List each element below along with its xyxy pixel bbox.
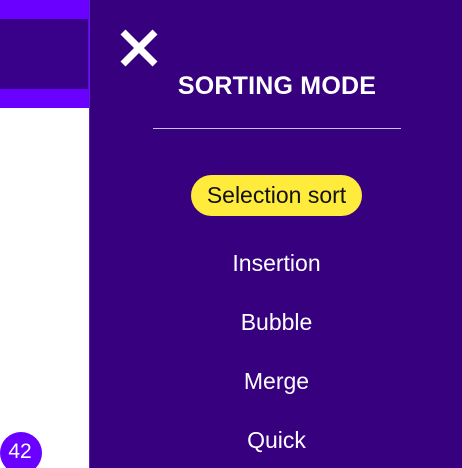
option-bubble[interactable]: Bubble [90,302,462,343]
option-label: Insertion [232,250,321,276]
background-top-bar [0,0,90,108]
option-label: Merge [243,368,310,394]
option-label: Bubble [240,309,313,335]
option-insertion[interactable]: Insertion [90,243,462,284]
background-app: 42 [0,0,90,468]
option-label: Quick [247,427,306,453]
title-divider [153,128,401,129]
background-top-bar-inner [0,19,88,89]
count-badge[interactable]: 42 [0,432,42,468]
app-root: 42 SORTING MODE Selection sort Insertion… [0,0,462,468]
option-merge[interactable]: Merge [90,361,462,402]
sorting-mode-drawer: SORTING MODE Selection sort Insertion Bu… [89,0,462,468]
option-selection-sort[interactable]: Selection sort [90,175,462,216]
close-button[interactable] [119,28,159,68]
drawer-title: SORTING MODE [177,72,377,100]
option-quick[interactable]: Quick [90,420,462,461]
close-icon [120,29,158,67]
option-label: Selection sort [190,175,363,216]
